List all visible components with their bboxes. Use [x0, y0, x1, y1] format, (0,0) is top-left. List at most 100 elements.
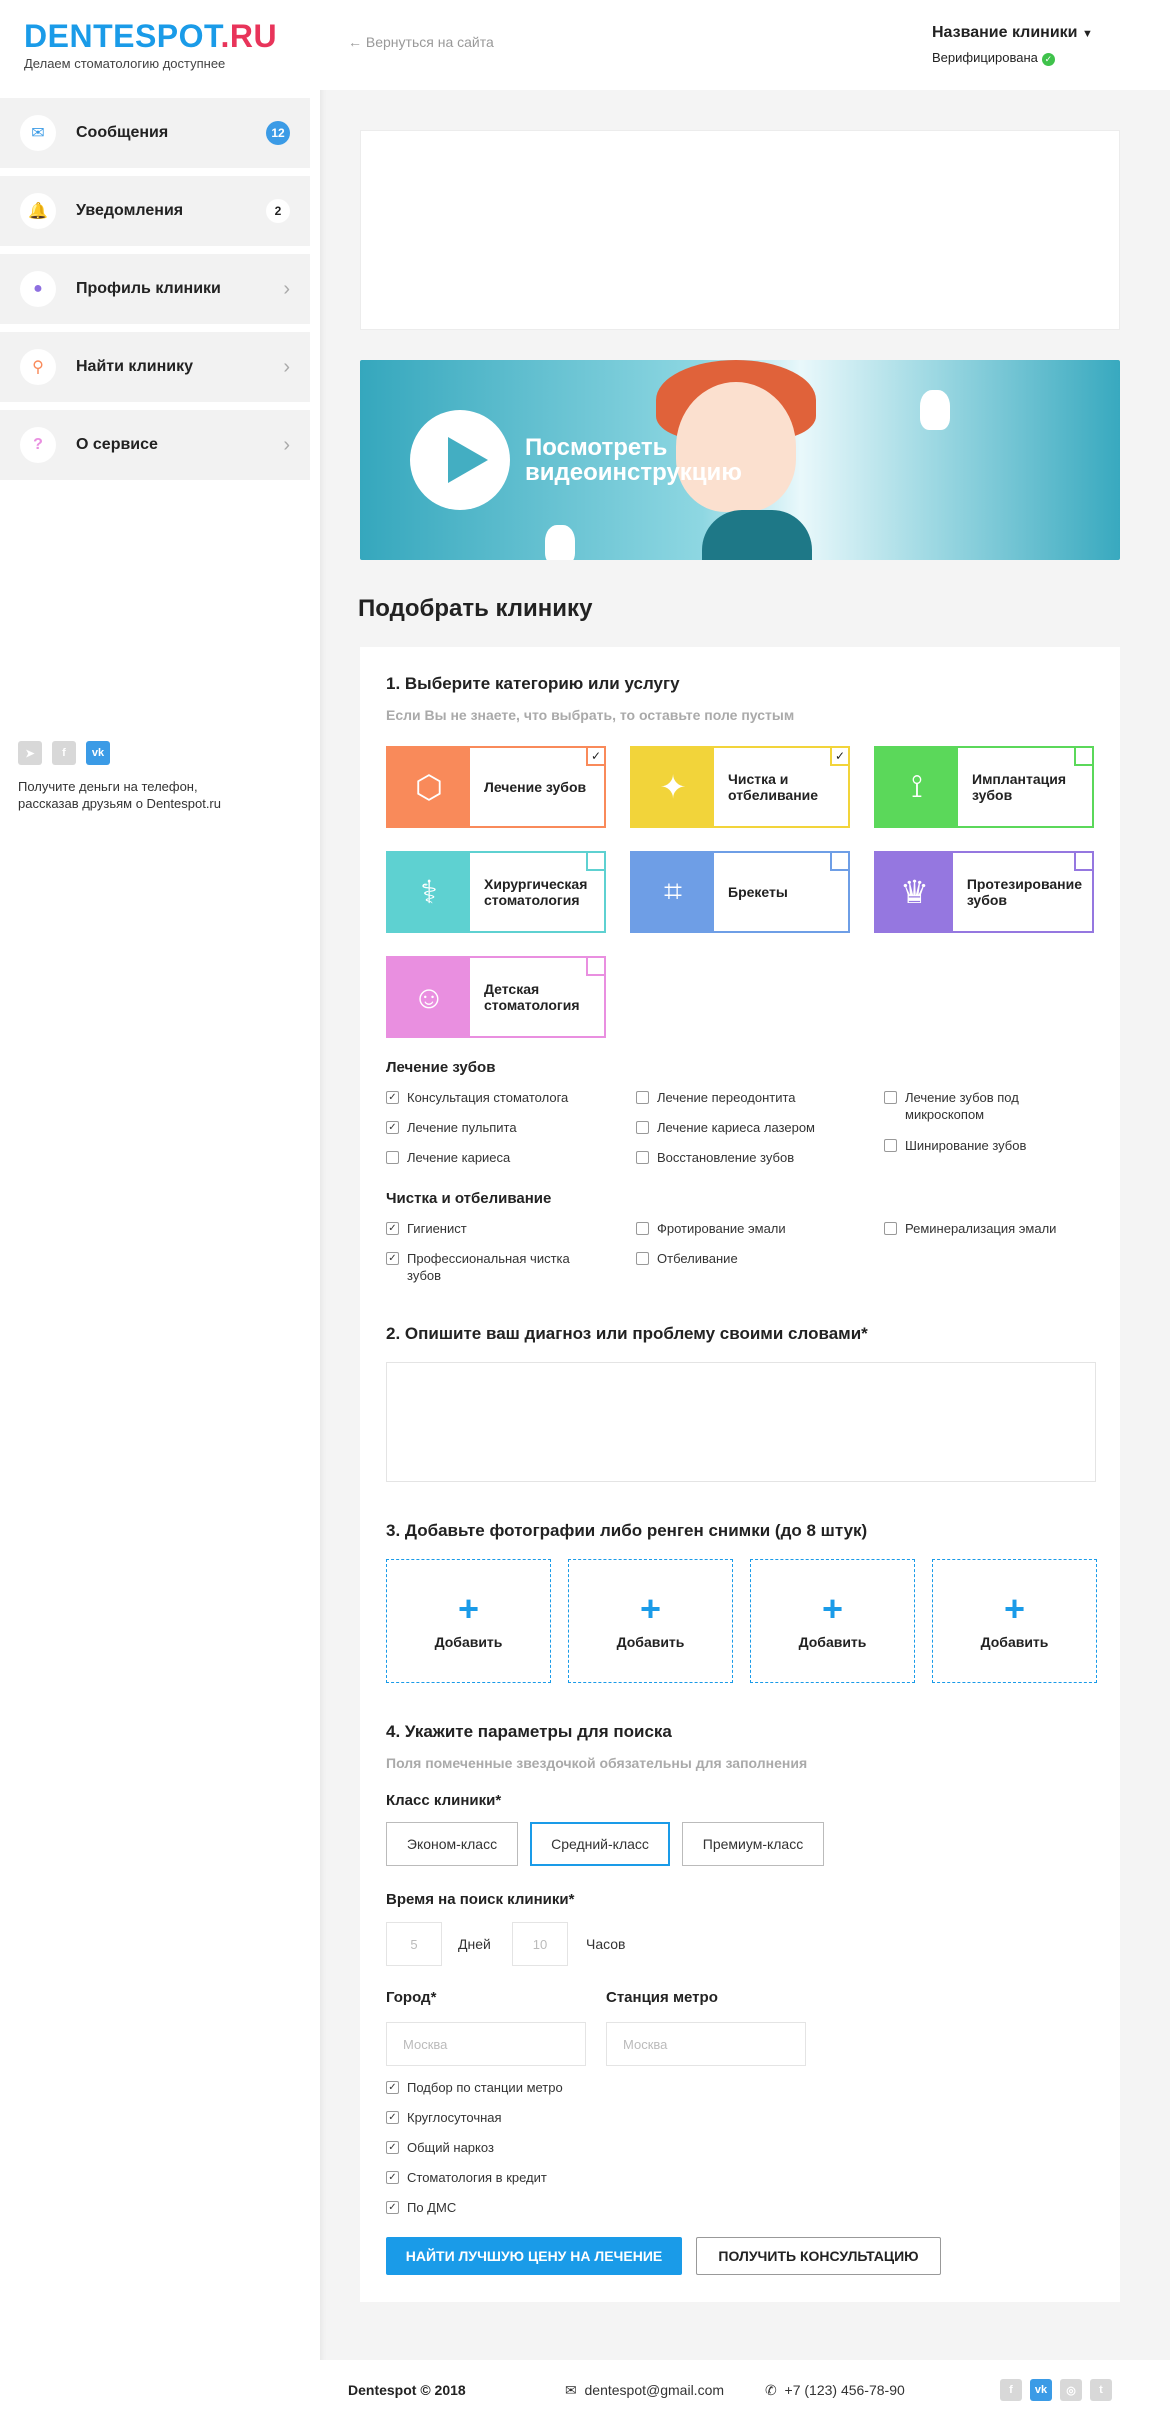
checkbox-microscope[interactable]: Лечение зубов под микроскопом	[884, 1089, 1019, 1123]
sidebar-item-notifications[interactable]: 🔔 Уведомления 2	[0, 176, 310, 246]
days-input[interactable]: 5	[386, 1922, 442, 1966]
category-kids[interactable]: ☺ Детская стоматология	[386, 956, 606, 1038]
verification-status: Верифицирована ✓	[932, 50, 1055, 66]
page-title: Подобрать клинику	[358, 595, 593, 622]
category-checkbox[interactable]	[586, 853, 604, 871]
vk-icon[interactable]: vk	[86, 741, 110, 765]
back-link[interactable]: ← Вернуться на сайта	[348, 34, 494, 50]
chevron-right-icon: ›	[283, 433, 290, 456]
bell-icon: 🔔	[20, 193, 56, 229]
facebook-icon[interactable]: f	[52, 741, 76, 765]
checkbox-splinting[interactable]: Шинирование зубов	[884, 1137, 1026, 1154]
add-photo-button[interactable]: + Добавить	[750, 1559, 915, 1683]
sidebar-item-label: Профиль клиники	[76, 280, 221, 297]
class-option-middle[interactable]: Средний-класс	[530, 1822, 670, 1866]
instagram-icon[interactable]: ◎	[1060, 2379, 1082, 2401]
checkbox-enamel-polish[interactable]: Фротирование эмали	[636, 1220, 786, 1237]
checkbox-checked-icon: ✓	[386, 1252, 399, 1265]
sidebar-item-messages[interactable]: ✉ Сообщения 12	[0, 98, 310, 168]
get-consultation-button[interactable]: ПОЛУЧИТЬ КОНСУЛЬТАЦИЮ	[696, 2237, 941, 2275]
checkbox-pulpitis[interactable]: ✓ Лечение пульпита	[386, 1119, 517, 1136]
category-checkbox[interactable]	[1074, 853, 1092, 871]
referral-promo[interactable]: Получите деньги на телефон, рассказав др…	[18, 778, 278, 812]
vk-icon[interactable]: vk	[1030, 2379, 1052, 2401]
sidebar-item-about[interactable]: ? О сервисе ›	[0, 410, 310, 480]
braces-icon: ⌗	[632, 853, 714, 931]
clinic-name-dropdown[interactable]: Название клиники ▼	[932, 24, 1093, 42]
checkbox-consultation[interactable]: ✓ Консультация стоматолога	[386, 1089, 568, 1106]
checkbox-pro-cleaning[interactable]: ✓ Профессиональная чистка зубов	[386, 1250, 570, 1284]
tooth-icon	[545, 525, 575, 560]
category-braces[interactable]: ⌗ Брекеты	[630, 851, 850, 933]
twitter-icon[interactable]: t	[1090, 2379, 1112, 2401]
footer-email[interactable]: ✉ dentespot@gmail.com	[565, 2382, 724, 2399]
banner-placeholder	[360, 130, 1120, 330]
group-title-cleaning: Чистка и отбеливание	[386, 1190, 552, 1207]
checkbox-periodontitis[interactable]: Лечение переодонтита	[636, 1089, 796, 1106]
checkbox-anesthesia[interactable]: ✓ Общий наркоз	[386, 2139, 494, 2156]
checkbox-whitening[interactable]: Отбеливание	[636, 1250, 738, 1267]
sparkle-tooth-icon: ✦	[632, 748, 714, 826]
add-photo-button[interactable]: + Добавить	[568, 1559, 733, 1683]
plus-icon: +	[1003, 1588, 1026, 1629]
sidebar-item-clinic-profile[interactable]: ● Профиль клиники ›	[0, 254, 310, 324]
category-implant[interactable]: ⟟ Имплантация зубов	[874, 746, 1094, 828]
metro-label: Станция метро	[606, 1989, 718, 2006]
checkbox-caries[interactable]: Лечение кариеса	[386, 1149, 510, 1166]
checkbox-dms[interactable]: ✓ По ДМС	[386, 2199, 456, 2216]
add-photo-button[interactable]: + Добавить	[386, 1559, 551, 1683]
notifications-count-badge: 2	[266, 199, 290, 223]
class-option-economy[interactable]: Эконом-класс	[386, 1822, 518, 1866]
question-icon: ?	[20, 427, 56, 463]
sidebar-item-label: О сервисе	[76, 436, 158, 453]
hours-input[interactable]: 10	[512, 1922, 568, 1966]
clinic-search-form: 1. Выберите категорию или услугу Если Вы…	[360, 647, 1120, 2302]
checkbox-checked-icon: ✓	[386, 1091, 399, 1104]
checkbox-24h[interactable]: ✓ Круглосуточная	[386, 2109, 502, 2126]
sidebar-item-find-clinic[interactable]: ⚲ Найти клинику ›	[0, 332, 310, 402]
city-input[interactable]: Москва	[386, 2022, 586, 2066]
surgery-tooth-icon: ⚕	[388, 853, 470, 931]
implant-icon: ⟟	[876, 748, 958, 826]
top-bar: ← Вернуться на сайта Название клиники ▼ …	[320, 0, 1170, 90]
category-checkbox[interactable]	[586, 958, 604, 976]
city-label: Город*	[386, 1989, 437, 2006]
footer: Dentespot © 2018 ✉ dentespot@gmail.com ✆…	[320, 2360, 1170, 2420]
days-unit: Дней	[458, 1936, 491, 1952]
checkbox-hygienist[interactable]: ✓ Гигиенист	[386, 1220, 467, 1237]
find-best-price-button[interactable]: НАЙТИ ЛУЧШУЮ ЦЕНУ НА ЛЕЧЕНИЕ	[386, 2237, 682, 2275]
category-cleaning[interactable]: ✦ Чистка и отбеливание ✓	[630, 746, 850, 828]
play-icon[interactable]	[410, 410, 510, 510]
category-checkbox[interactable]: ✓	[586, 748, 604, 766]
category-treatment[interactable]: ⬡ Лечение зубов ✓	[386, 746, 606, 828]
facebook-icon[interactable]: f	[1000, 2379, 1022, 2401]
category-checkbox[interactable]: ✓	[830, 748, 848, 766]
sidebar-nav: ✉ Сообщения 12 🔔 Уведомления 2 ● Профиль…	[0, 98, 310, 488]
plus-icon: +	[639, 1588, 662, 1629]
logo[interactable]: DENTESPOT.RU	[24, 18, 277, 55]
step3-title: 3. Добавьте фотографии либо ренген снимк…	[386, 1521, 868, 1540]
telegram-icon[interactable]: ➤	[18, 741, 42, 765]
category-surgery[interactable]: ⚕ Хирургическая стоматология	[386, 851, 606, 933]
sidebar-social: ➤ f vk	[18, 741, 110, 765]
hours-unit: Часов	[586, 1936, 626, 1952]
diagnosis-textarea[interactable]	[386, 1362, 1096, 1482]
class-label: Класс клиники*	[386, 1792, 502, 1809]
category-checkbox[interactable]	[830, 853, 848, 871]
footer-phone[interactable]: ✆ +7 (123) 456-78-90	[765, 2382, 905, 2399]
class-option-premium[interactable]: Премиум-класс	[682, 1822, 824, 1866]
checkbox-restoration[interactable]: Восстановление зубов	[636, 1149, 794, 1166]
checkbox-laser-caries[interactable]: Лечение кариеса лазером	[636, 1119, 815, 1136]
category-prosthetics[interactable]: ♛ Протезирование зубов	[874, 851, 1094, 933]
metro-input[interactable]: Москва	[606, 2022, 806, 2066]
copyright: Dentespot © 2018	[348, 2382, 466, 2398]
video-instruction-banner[interactable]: Посмотреть видеоинструкцию	[360, 360, 1120, 560]
group-title-treatment: Лечение зубов	[386, 1059, 496, 1076]
checkbox-metro-match[interactable]: ✓ Подбор по станции метро	[386, 2079, 563, 2096]
checkbox-remineralization[interactable]: Реминерализация эмали	[884, 1220, 1056, 1237]
add-photo-button[interactable]: + Добавить	[932, 1559, 1097, 1683]
checkbox-credit[interactable]: ✓ Стоматология в кредит	[386, 2169, 547, 2186]
category-checkbox[interactable]	[1074, 748, 1092, 766]
caret-down-icon: ▼	[1081, 28, 1093, 40]
crown-icon: ♛	[876, 853, 953, 931]
